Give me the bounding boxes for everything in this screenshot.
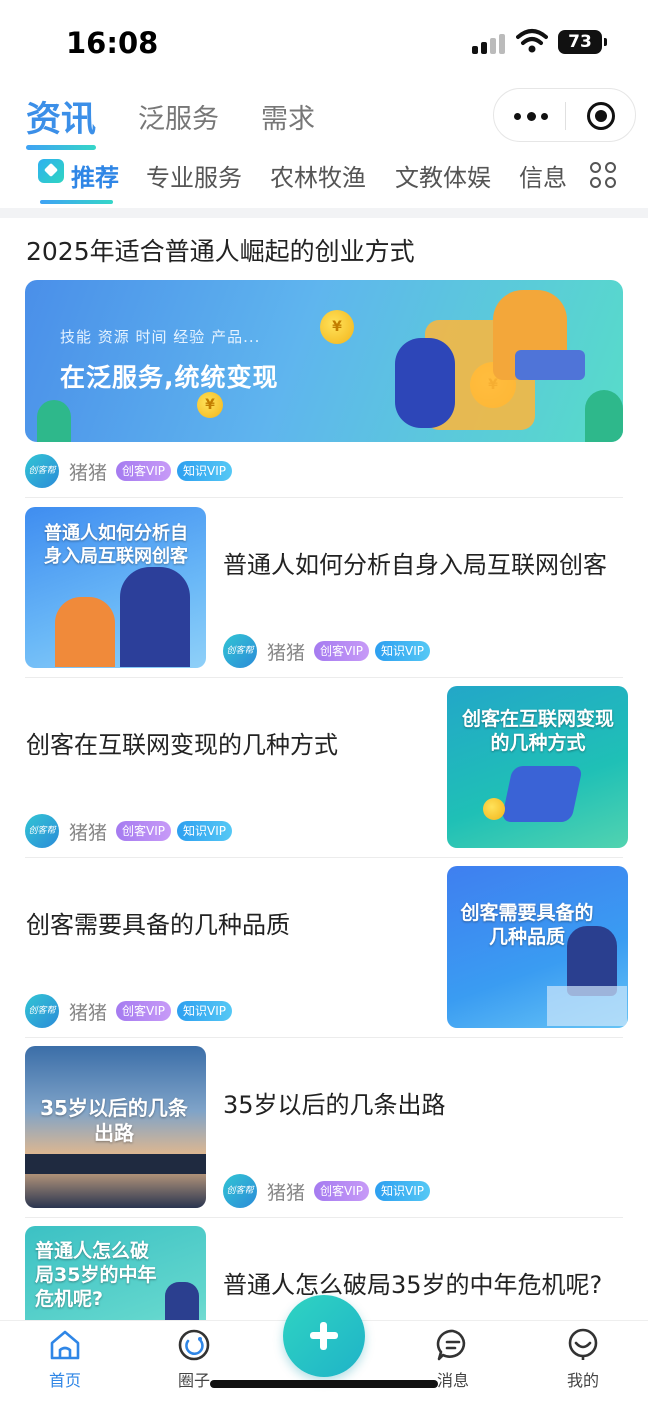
cellular-signal-icon <box>472 32 508 54</box>
nav-profile[interactable]: 我的 <box>543 1327 623 1391</box>
knowledge-vip-badge: 知识VIP <box>177 461 233 481</box>
knowledge-vip-badge: 知识VIP <box>177 821 233 841</box>
author-avatar[interactable]: 创客帮 <box>25 454 59 488</box>
thumb-illustration <box>55 597 115 667</box>
category-tab-bar: 推荐 专业服务 农林牧渔 文教体娱 信息 <box>0 150 648 208</box>
section-separator <box>0 208 648 218</box>
maker-vip-badge: 创客VIP <box>314 1181 370 1201</box>
article-title[interactable]: 35岁以后的几条出路 <box>223 1086 623 1124</box>
knowledge-vip-badge: 知识VIP <box>375 1181 431 1201</box>
publish-plus-button[interactable] <box>283 1295 365 1377</box>
circle-icon <box>178 1329 210 1361</box>
status-bar: 16:08 73 <box>0 0 648 80</box>
coin-decoration: ¥ <box>197 392 223 418</box>
author-avatar[interactable]: 创客帮 <box>223 634 257 668</box>
home-icon <box>50 1330 80 1360</box>
recommend-badge-icon <box>38 159 64 183</box>
thumbnail-caption: 创客在互联网变现的几种方式 <box>461 708 614 754</box>
banner-small-text: 技能 资源 时间 经验 产品... <box>60 328 261 346</box>
article-title[interactable]: 创客需要具备的几种品质 <box>26 906 426 944</box>
banner-headline: 在泛服务,统统变现 <box>60 363 279 392</box>
nav-home[interactable]: 首页 <box>25 1327 105 1391</box>
thumb-illustration <box>501 766 583 822</box>
featured-banner-image[interactable]: 技能 资源 时间 经验 产品... 在泛服务,统统变现 ¥ ¥ ¥ <box>25 280 623 442</box>
runner-illustration <box>395 338 455 428</box>
article-thumbnail[interactable]: 创客在互联网变现的几种方式 <box>447 686 628 848</box>
tab-pan-services[interactable]: 泛服务 <box>138 100 219 140</box>
divider <box>25 677 623 678</box>
battery-indicator: 73 <box>558 30 607 54</box>
article-thumbnail[interactable]: 普通人如何分析自身入局互联网创客 <box>25 507 206 668</box>
more-options-icon[interactable] <box>514 112 548 121</box>
nav-home-label: 首页 <box>48 1371 81 1390</box>
article-title[interactable]: 普通人如何分析自身入局互联网创客 <box>223 546 623 584</box>
article-meta: 创客帮 猪猪 创客VIP 知识VIP <box>223 1174 436 1208</box>
tab-news[interactable]: 资讯 <box>26 100 97 150</box>
wifi-icon <box>516 29 548 53</box>
article-title[interactable]: 创客在互联网变现的几种方式 <box>26 726 426 764</box>
thumb-illustration <box>120 567 190 667</box>
top-tab-bar: 资讯 泛服务 需求 <box>26 90 357 150</box>
category-tab-agriculture[interactable]: 农林牧渔 <box>270 158 366 193</box>
divider <box>25 1217 623 1218</box>
category-tab-culture[interactable]: 文教体娱 <box>395 158 491 193</box>
status-time: 16:08 <box>66 26 159 60</box>
category-tab-recommend[interactable]: 推荐 <box>71 158 119 193</box>
featured-article-title[interactable]: 2025年适合普通人崛起的创业方式 <box>26 232 415 268</box>
maker-vip-badge: 创客VIP <box>116 1001 172 1021</box>
author-avatar[interactable]: 创客帮 <box>223 1174 257 1208</box>
category-tab-professional[interactable]: 专业服务 <box>146 158 242 193</box>
knowledge-vip-badge: 知识VIP <box>177 1001 233 1021</box>
message-icon <box>436 1329 466 1361</box>
author-name: 猪猪 <box>267 1181 306 1204</box>
article-meta: 创客帮 猪猪 创客VIP 知识VIP <box>25 994 238 1028</box>
maker-vip-badge: 创客VIP <box>116 821 172 841</box>
article-meta: 创客帮 猪猪 创客VIP 知识VIP <box>25 814 238 848</box>
divider <box>25 857 623 858</box>
category-grid-icon[interactable] <box>590 162 618 190</box>
capsule-divider <box>565 102 566 130</box>
category-tab-info[interactable]: 信息 <box>519 158 577 193</box>
coin-decoration: ¥ <box>320 310 354 344</box>
author-name: 猪猪 <box>69 461 108 484</box>
tab-demands[interactable]: 需求 <box>261 100 315 140</box>
city-skyline <box>25 1154 206 1174</box>
home-indicator <box>210 1380 438 1388</box>
knowledge-vip-badge: 知识VIP <box>375 641 431 661</box>
thumbnail-caption: 35岁以后的几条出路 <box>40 1096 188 1145</box>
featured-article-meta: 创客帮 猪猪 创客VIP 知识VIP <box>25 454 238 488</box>
desk-illustration <box>515 350 585 380</box>
author-name: 猪猪 <box>69 1001 108 1024</box>
profile-icon <box>568 1328 598 1360</box>
close-miniprogram-icon[interactable] <box>587 102 615 130</box>
article-title[interactable]: 普通人怎么破局35岁的中年危机呢? <box>223 1266 623 1304</box>
article-meta: 创客帮 猪猪 创客VIP 知识VIP <box>223 634 436 668</box>
divider <box>25 1037 623 1038</box>
maker-vip-badge: 创客VIP <box>314 641 370 661</box>
author-avatar[interactable]: 创客帮 <box>25 814 59 848</box>
nav-profile-label: 我的 <box>566 1371 599 1390</box>
article-thumbnail[interactable]: 35岁以后的几条出路 <box>25 1046 206 1208</box>
author-name: 猪猪 <box>267 641 306 664</box>
divider <box>25 497 623 498</box>
maker-vip-badge: 创客VIP <box>116 461 172 481</box>
category-active-indicator <box>40 200 113 204</box>
miniprogram-capsule <box>493 88 636 142</box>
thumbnail-caption: 普通人如何分析自身入局互联网创客 <box>44 523 188 567</box>
plant-illustration <box>37 400 71 442</box>
article-thumbnail[interactable]: 创客需要具备的几种品质 <box>447 866 628 1028</box>
author-name: 猪猪 <box>69 821 108 844</box>
coin-decoration <box>483 798 505 820</box>
plant-illustration <box>585 390 623 442</box>
thumb-illustration <box>547 986 627 1026</box>
thumbnail-caption: 普通人怎么破局35岁的中年危机呢? <box>35 1240 157 1310</box>
thumbnail-caption: 创客需要具备的几种品质 <box>460 902 594 948</box>
author-avatar[interactable]: 创客帮 <box>25 994 59 1028</box>
